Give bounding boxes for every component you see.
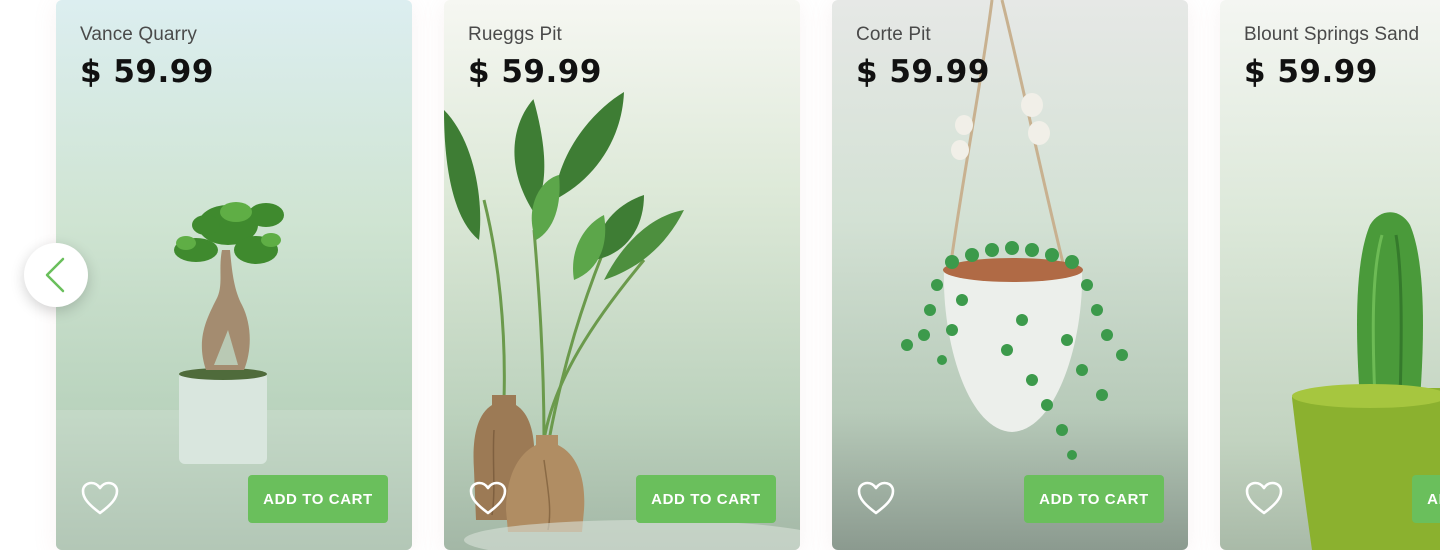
- product-price: $ 59.99: [856, 54, 990, 90]
- product-name: Vance Quarry: [80, 24, 198, 45]
- add-to-cart-button[interactable]: ADD TO CART: [248, 475, 388, 523]
- product-card: Blount Springs Sand $ 59.99 ADD TO CART: [1220, 0, 1440, 550]
- product-price: $ 59.99: [468, 54, 602, 90]
- product-card: Vance Quarry $ 59.99 ADD TO CART: [56, 0, 412, 550]
- heart-icon[interactable]: [1244, 480, 1284, 516]
- product-name: Blount Springs Sand: [1244, 24, 1420, 45]
- chevron-left-icon: [45, 257, 65, 293]
- product-name: Corte Pit: [856, 24, 931, 45]
- add-to-cart-button[interactable]: ADD TO CART: [1024, 475, 1164, 523]
- heart-icon[interactable]: [80, 480, 120, 516]
- heart-icon[interactable]: [468, 480, 508, 516]
- heart-icon[interactable]: [856, 480, 896, 516]
- carousel-prev-button[interactable]: [24, 243, 88, 307]
- add-to-cart-button[interactable]: ADD TO CART: [636, 475, 776, 523]
- product-price: $ 59.99: [80, 54, 214, 90]
- add-to-cart-button[interactable]: ADD TO CART: [1412, 475, 1440, 523]
- product-card: Rueggs Pit $ 59.99 ADD TO CART: [444, 0, 800, 550]
- product-card: Corte Pit $ 59.99 ADD TO CART: [832, 0, 1188, 550]
- product-carousel: Vance Quarry $ 59.99 ADD TO CART Rueggs …: [0, 0, 1440, 550]
- product-name: Rueggs Pit: [468, 24, 562, 45]
- product-price: $ 59.99: [1244, 54, 1378, 90]
